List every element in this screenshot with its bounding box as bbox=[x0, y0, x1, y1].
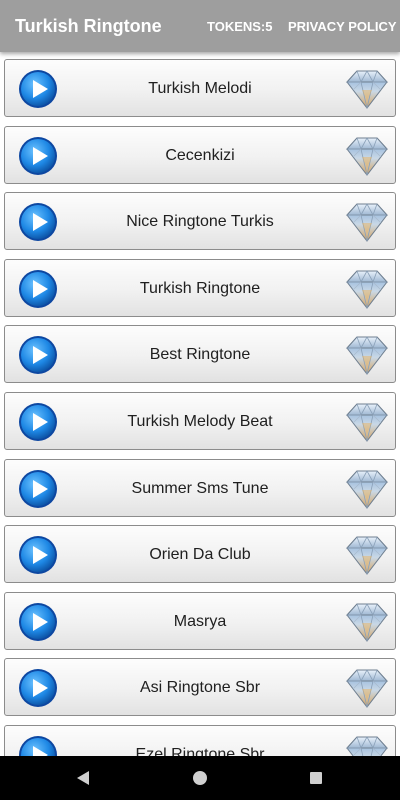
diamond-icon[interactable] bbox=[345, 401, 389, 443]
play-icon[interactable] bbox=[18, 69, 58, 109]
diamond-icon[interactable] bbox=[345, 68, 389, 110]
play-icon[interactable] bbox=[18, 535, 58, 575]
ringtone-title: Asi Ringtone Sbr bbox=[139, 679, 261, 697]
ringtone-row[interactable]: Orien Da Club bbox=[4, 525, 396, 584]
recents-square-icon[interactable] bbox=[306, 768, 326, 788]
ringtone-row[interactable]: Ezel Ringtone Sbr bbox=[4, 725, 396, 756]
ringtone-title: Turkish Melody Beat bbox=[127, 413, 273, 430]
play-icon[interactable] bbox=[18, 202, 58, 242]
play-icon[interactable] bbox=[18, 269, 58, 309]
ringtone-title: Turkish Melodi bbox=[148, 80, 252, 97]
app-title: Turkish Ringtone bbox=[15, 16, 162, 36]
play-icon[interactable] bbox=[18, 469, 58, 509]
ringtone-row[interactable]: Summer Sms Tune bbox=[4, 458, 396, 517]
ringtone-row[interactable]: Turkish Melody Beat bbox=[4, 392, 396, 450]
ringtone-row[interactable]: Turkish Ringtone bbox=[4, 258, 396, 317]
play-icon[interactable] bbox=[18, 136, 58, 176]
back-triangle-icon[interactable] bbox=[73, 768, 93, 788]
home-circle-icon[interactable] bbox=[190, 768, 210, 788]
diamond-icon[interactable] bbox=[345, 201, 389, 243]
play-icon[interactable] bbox=[18, 402, 58, 442]
ringtone-row[interactable]: Best Ringtone bbox=[4, 325, 396, 384]
ringtone-title: Ezel Ringtone Sbr bbox=[135, 746, 265, 756]
system-navigation-bar bbox=[0, 756, 400, 800]
privacy-policy-button[interactable]: PRIVACY POLICY bbox=[288, 19, 397, 34]
play-icon[interactable] bbox=[18, 602, 58, 642]
ringtone-row[interactable]: Turkish Melodi bbox=[4, 59, 396, 117]
ringtone-list[interactable]: Turkish Melodi Cecenkizi Nice Ringtone T… bbox=[0, 52, 400, 756]
ringtone-title: Turkish Ringtone bbox=[139, 279, 261, 297]
diamond-icon[interactable] bbox=[345, 734, 389, 756]
ringtone-title: Summer Sms Tune bbox=[131, 479, 269, 497]
ringtone-row[interactable]: Nice Ringtone Turkis bbox=[4, 192, 396, 251]
diamond-icon[interactable] bbox=[345, 135, 389, 177]
diamond-icon[interactable] bbox=[345, 468, 389, 510]
ringtone-title: Best Ringtone bbox=[149, 346, 251, 364]
diamond-icon[interactable] bbox=[345, 334, 389, 376]
ringtone-title: Masrya bbox=[173, 612, 227, 630]
diamond-icon[interactable] bbox=[345, 601, 389, 643]
app-bar: Turkish Ringtone TOKENS:5 PRIVACY POLICY bbox=[0, 0, 400, 52]
ringtone-row[interactable]: Cecenkizi bbox=[4, 125, 396, 184]
tokens-button[interactable]: TOKENS:5 bbox=[207, 19, 273, 34]
ringtone-row[interactable]: Masrya bbox=[4, 591, 396, 650]
diamond-icon[interactable] bbox=[345, 667, 389, 709]
ringtone-title: Nice Ringtone Turkis bbox=[126, 213, 274, 231]
play-icon[interactable] bbox=[18, 335, 58, 375]
play-icon[interactable] bbox=[18, 668, 58, 708]
ringtone-row[interactable]: Asi Ringtone Sbr bbox=[4, 658, 396, 717]
diamond-icon[interactable] bbox=[345, 268, 389, 310]
play-icon[interactable] bbox=[18, 735, 58, 756]
ringtone-title: Cecenkizi bbox=[165, 146, 235, 164]
ringtone-title: Orien Da Club bbox=[149, 546, 251, 564]
diamond-icon[interactable] bbox=[345, 534, 389, 576]
